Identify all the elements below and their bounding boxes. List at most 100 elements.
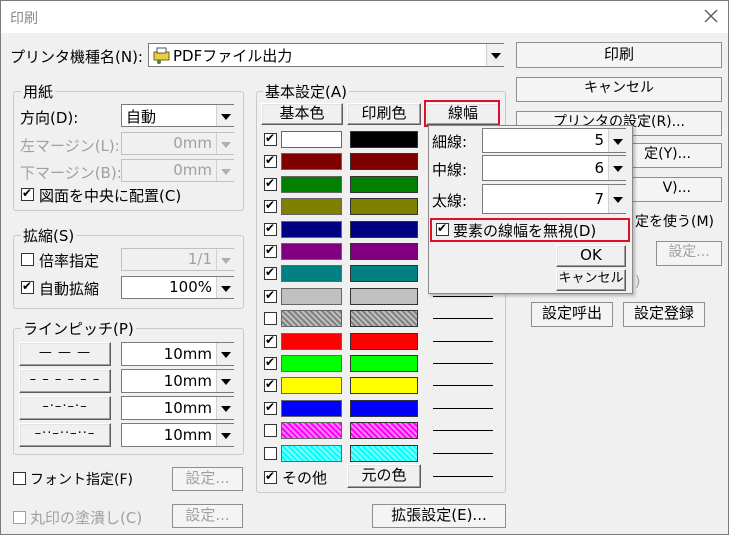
mid-label: 中線: [432,161,468,179]
color-enable-checkbox[interactable] [264,197,277,214]
pitch-pattern-button[interactable]: –··–··–··– [19,423,111,447]
thick-label: 太線: [432,192,468,210]
other-checkbox[interactable] [264,468,277,484]
print-color-swatch[interactable] [350,355,418,372]
width-line-sample[interactable] [433,318,493,320]
font-checkbox[interactable] [13,472,26,485]
color-enable-checkbox[interactable] [264,332,277,348]
pitch-pattern-button[interactable]: – – – – – – [19,369,111,393]
print-color-swatch[interactable] [350,310,418,328]
chevron-down-icon[interactable] [608,185,626,213]
close-button[interactable] [695,1,727,33]
color-enable-checkbox[interactable] [264,175,277,191]
thin-select[interactable]: 5 [482,128,626,153]
color-enable-checkbox[interactable] [264,312,277,326]
close-icon [704,9,718,23]
print-color-swatch[interactable] [350,377,418,395]
center-label: 図面を中央に配置(C) [39,187,182,205]
print-color-swatch[interactable] [350,220,418,238]
color-enable-checkbox[interactable] [264,287,277,303]
auto-scale-select[interactable]: 100% [121,276,234,299]
thick-select[interactable]: 7 [482,184,626,214]
ratio-select: 1/1 [121,248,234,271]
base-color-swatch [281,355,342,372]
auto-scale-checkbox[interactable] [21,278,34,294]
chevron-down-icon[interactable] [216,343,234,365]
print-color-swatch[interactable] [350,153,418,171]
print-color-swatch[interactable] [350,399,418,417]
color-enable-checkbox[interactable] [264,242,277,258]
width-line-sample[interactable] [433,363,493,364]
width-line-sample[interactable] [433,385,493,387]
load-settings-button[interactable]: 設定呼出 [531,302,613,327]
base-color-swatch [281,131,342,148]
extended-settings-button[interactable]: 拡張設定(E)... [372,504,506,528]
mid-select[interactable]: 6 [482,155,626,181]
bottom-margin-value: 0mm [173,161,212,179]
center-checkbox[interactable] [21,185,34,201]
width-line-sample[interactable] [433,452,493,454]
base-color-header[interactable]: 基本色 [261,103,343,125]
chevron-down-icon[interactable] [216,424,234,446]
color-enable-checkbox[interactable] [264,376,277,393]
left-margin-label: 左マージン(L): [20,137,120,155]
pitch-value-select[interactable]: 10mm [121,423,234,447]
color-enable-checkbox[interactable] [264,220,277,236]
chevron-down-icon[interactable] [608,156,626,180]
pitch-value-select[interactable]: 10mm [121,369,234,393]
color-enable-checkbox[interactable] [264,424,277,438]
use-setting-label[interactable]: 定を使う(M) [635,211,714,231]
left-margin-select: 0mm [121,132,234,155]
cancel-button[interactable]: キャンセル [516,77,722,102]
chevron-down-icon[interactable] [486,44,504,66]
paper-legend: 用紙 [21,81,56,102]
base-color-swatch [281,399,342,417]
print-button[interactable]: 印刷 [516,42,722,68]
base-color-swatch [281,310,342,328]
print-color-swatch[interactable] [350,175,418,193]
color-enable-checkbox[interactable] [264,130,277,146]
width-line-sample[interactable] [433,407,493,409]
base-color-swatch [281,175,342,193]
color-enable-checkbox[interactable] [264,399,277,415]
chevron-down-icon[interactable] [216,397,234,419]
chevron-down-icon[interactable] [216,370,234,392]
pitch-pattern-button[interactable]: –·–·–·– [19,396,111,420]
original-color-button[interactable]: 元の色 [347,464,421,488]
pitch-pattern-button[interactable]: — — — [19,342,111,366]
print-color-header[interactable]: 印刷色 [347,103,421,125]
direction-label: 方向(D): [20,109,79,127]
chevron-down-icon [216,249,234,270]
thin-label: 細線: [432,133,468,151]
color-enable-checkbox[interactable] [264,446,277,460]
direction-select[interactable]: 自動 [121,104,234,127]
popup-cancel-button[interactable]: キャンセル [556,269,626,291]
pitch-value-select[interactable]: 10mm [121,342,234,366]
print-color-swatch[interactable] [350,265,418,283]
print-color-swatch[interactable] [350,243,418,260]
ratio-checkbox[interactable] [21,253,34,266]
color-enable-checkbox[interactable] [264,354,277,370]
popup-ok-button[interactable]: OK [556,245,626,267]
chevron-down-icon[interactable] [216,277,234,298]
print-color-swatch[interactable] [350,198,418,216]
print-color-swatch[interactable] [350,444,418,462]
print-color-swatch[interactable] [350,422,418,440]
print-color-swatch[interactable] [350,332,418,350]
width-line-sample[interactable] [433,430,493,432]
printer-value: PDFファイル出力 [173,47,293,65]
chevron-down-icon[interactable] [216,105,234,126]
print-color-swatch[interactable] [350,131,418,148]
save-settings-button[interactable]: 設定登録 [623,302,705,327]
width-line-sample[interactable] [433,295,493,297]
ignore-width-checkbox[interactable] [436,220,449,236]
ignore-width-label: 要素の線幅を無視(D) [453,222,597,240]
width-line-sample[interactable] [433,340,493,342]
color-enable-checkbox[interactable] [264,264,277,281]
color-enable-checkbox[interactable] [264,152,277,169]
scale-legend: 拡縮(S) [21,225,77,246]
printer-select[interactable]: PDFファイル出力 [148,43,504,67]
chevron-down-icon[interactable] [608,129,626,152]
print-color-swatch[interactable] [350,287,418,305]
pitch-value-select[interactable]: 10mm [121,396,234,420]
